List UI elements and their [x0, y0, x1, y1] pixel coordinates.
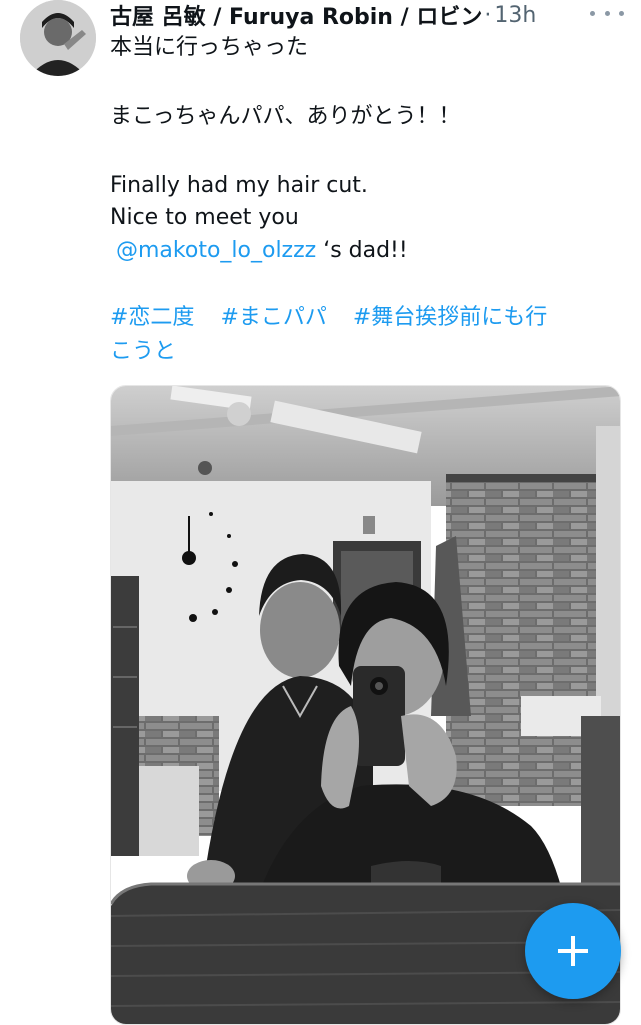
- avatar[interactable]: [20, 0, 96, 76]
- hashtag-line: こうと: [110, 336, 176, 368]
- hashtag-link[interactable]: #恋二度: [110, 305, 194, 330]
- hashtag-link[interactable]: #まこパパ: [220, 305, 326, 330]
- mention-suffix: ‘s dad!!: [316, 238, 408, 263]
- tweet-text-line: 本当に行っちゃった: [110, 35, 309, 60]
- timestamp[interactable]: 13h: [494, 3, 536, 28]
- mention-link[interactable]: @makoto_lo_olzzz: [116, 238, 316, 263]
- tweet[interactable]: 古屋 呂敏 / Furuya Robin / ロビン · 13h 本当に行っちゃ…: [0, 0, 641, 1025]
- hashtag-line: #恋二度 #まこパパ #舞台挨拶前にも行: [110, 302, 547, 334]
- compose-button[interactable]: [525, 903, 621, 999]
- more-icon[interactable]: [590, 2, 624, 24]
- separator-dot: ·: [484, 2, 492, 28]
- tweet-text-line: まこっちゃんパパ、ありがとう！！: [110, 104, 461, 129]
- plus-icon: [558, 936, 588, 966]
- display-name[interactable]: 古屋 呂敏 / Furuya Robin / ロビン: [110, 0, 482, 31]
- tweet-text-line: Nice to meet you: [110, 205, 299, 230]
- avatar-image: [20, 0, 96, 76]
- hashtag-link[interactable]: #舞台挨拶前にも行: [353, 305, 547, 330]
- tweet-text-line: Finally had my hair cut.: [110, 173, 368, 198]
- hashtag-link[interactable]: こうと: [110, 339, 176, 364]
- tweet-header: 古屋 呂敏 / Furuya Robin / ロビン · 13h: [110, 0, 630, 31]
- tweet-text-line: @makoto_lo_olzzz ‘s dad!!: [116, 235, 408, 267]
